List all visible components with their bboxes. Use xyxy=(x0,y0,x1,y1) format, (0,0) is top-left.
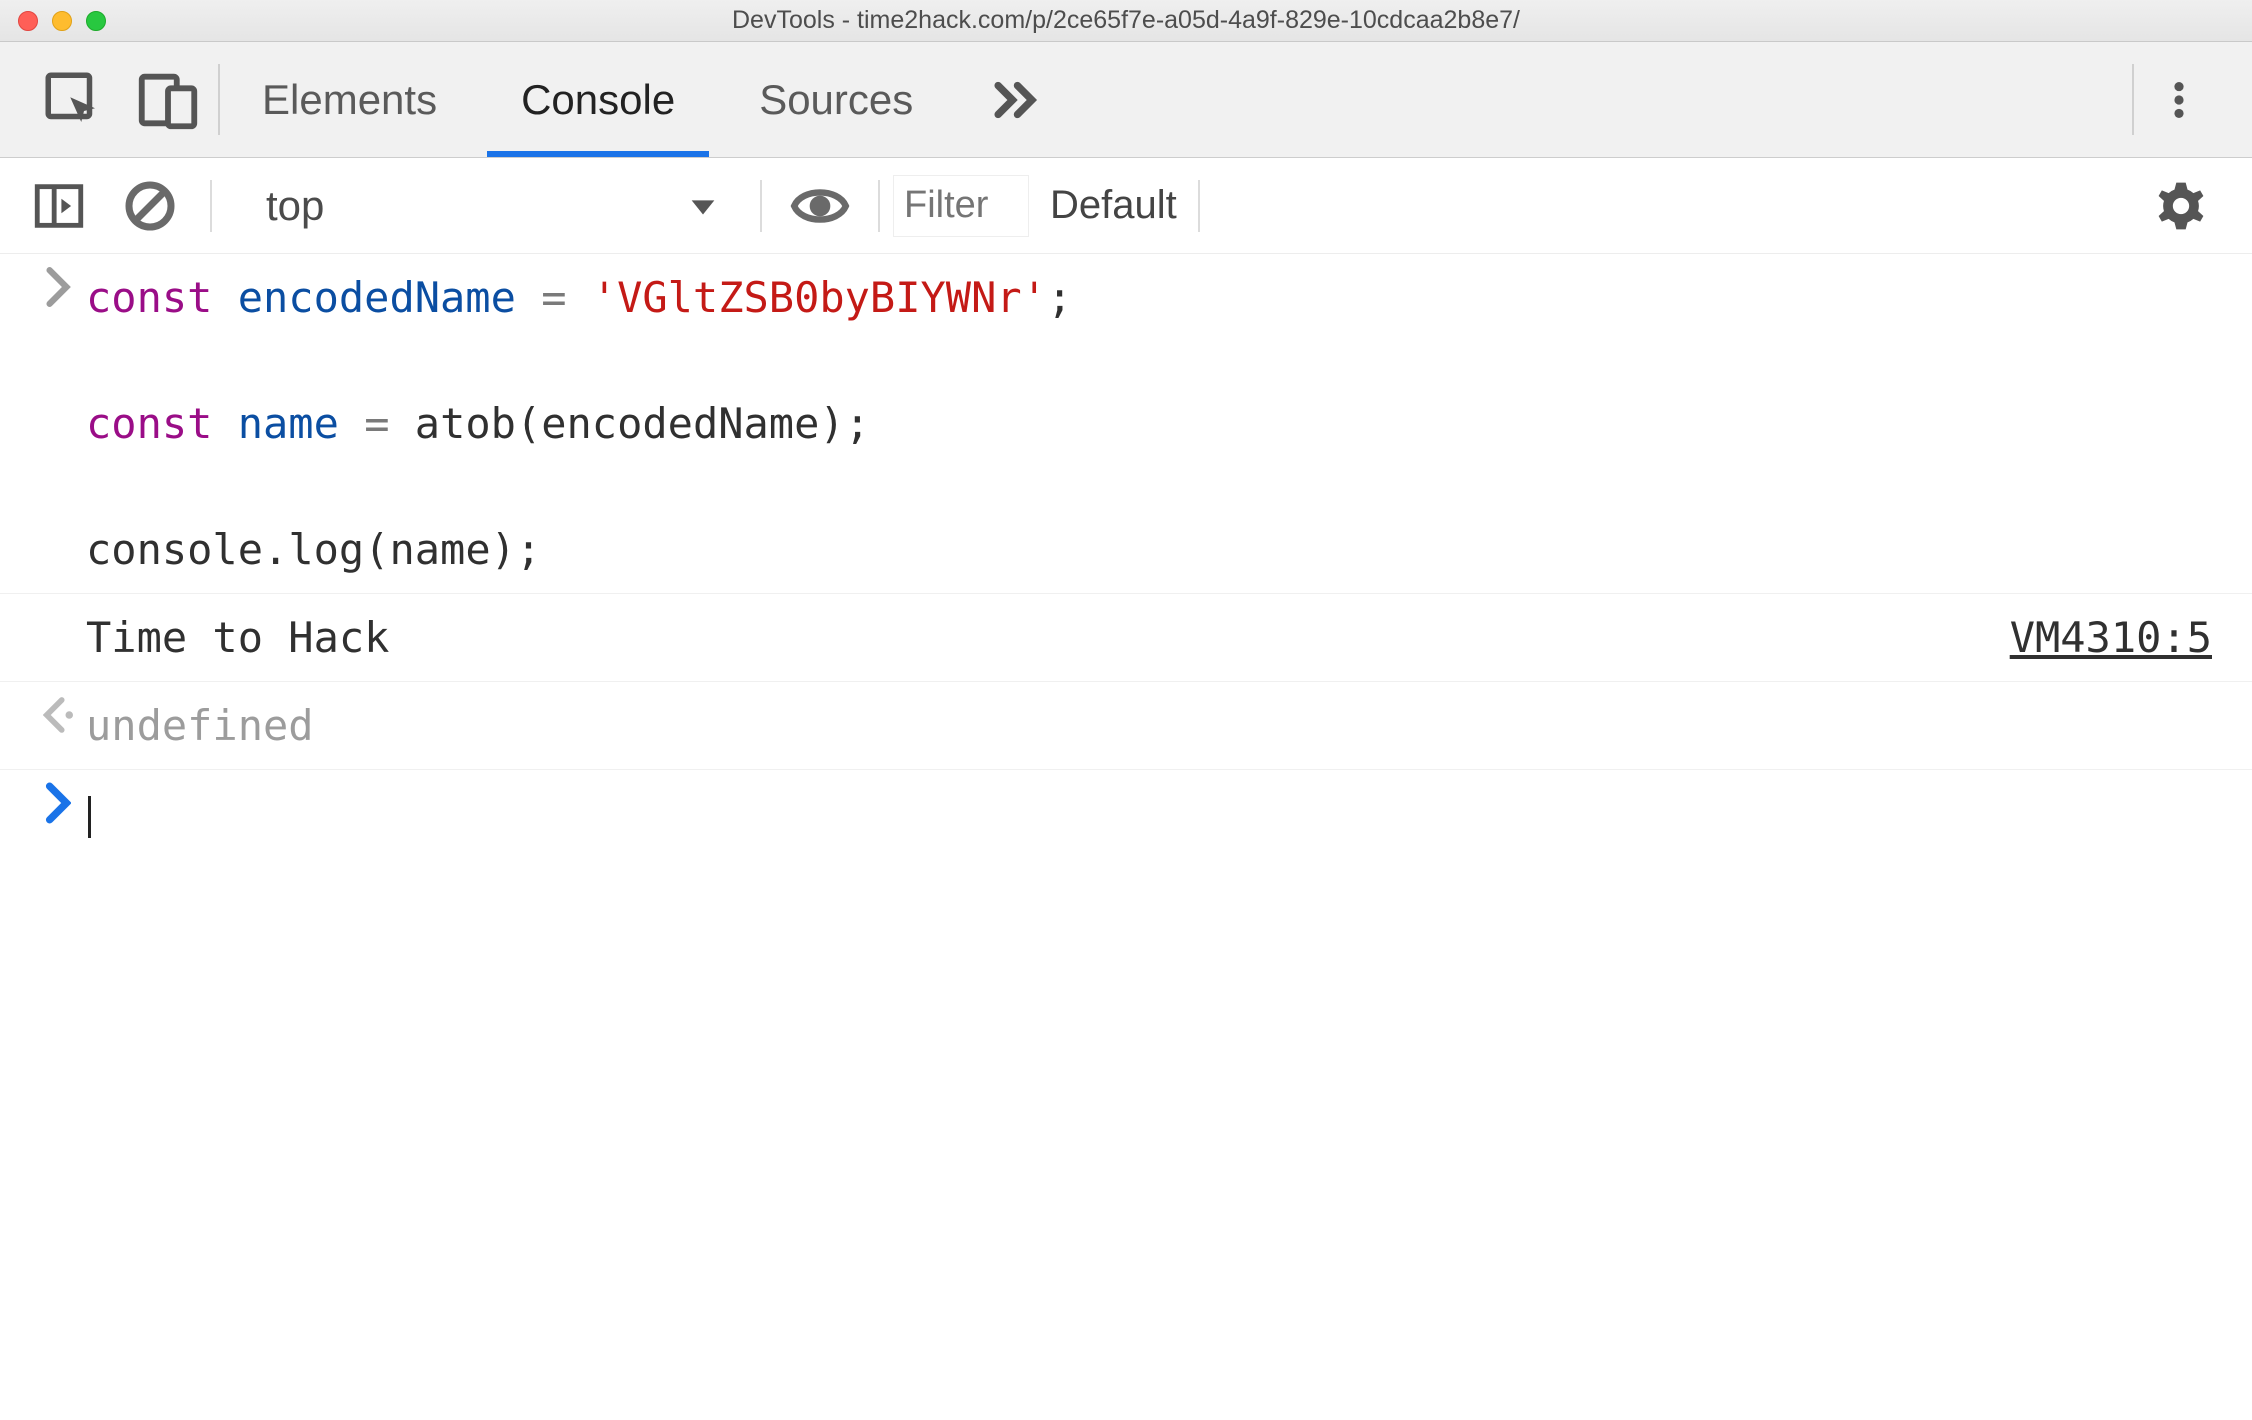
object: console xyxy=(86,525,263,574)
log-level-label: Default xyxy=(1050,183,1177,227)
tab-console[interactable]: Console xyxy=(479,42,717,157)
chevron-right-icon xyxy=(45,782,71,824)
tab-elements[interactable]: Elements xyxy=(220,42,479,157)
console-input-code: const encodedName = 'VGltZSB0byBIYWNr'; … xyxy=(86,266,2212,581)
execution-context-selector[interactable]: top xyxy=(226,182,746,230)
log-message: Time to Hack xyxy=(86,606,2010,669)
prompt-gutter-icon xyxy=(30,782,86,845)
window-titlebar: DevTools - time2hack.com/p/2ce65f7e-a05d… xyxy=(0,0,2252,42)
clear-icon xyxy=(122,178,178,234)
input-gutter-icon xyxy=(30,266,86,581)
log-gutter xyxy=(30,606,86,669)
chevron-right-icon xyxy=(45,266,71,308)
punct: ; xyxy=(1047,273,1072,322)
log-source-link[interactable]: VM4310:5 xyxy=(2010,606,2212,669)
tab-label: Console xyxy=(521,76,675,124)
window-title: DevTools - time2hack.com/p/2ce65f7e-a05d… xyxy=(0,6,2252,35)
console-body: const encodedName = 'VGltZSB0byBIYWNr'; … xyxy=(0,254,2252,857)
log-level-selector[interactable]: Default xyxy=(1034,183,1184,228)
devtools-tabstrip: Elements Console Sources xyxy=(0,42,2252,158)
punct: ; xyxy=(516,525,541,574)
device-icon xyxy=(133,65,203,135)
device-toolbar-button[interactable] xyxy=(118,42,218,157)
text-cursor xyxy=(88,796,91,838)
string-literal: 'VGltZSB0byBIYWNr' xyxy=(592,273,1047,322)
return-arrow-icon xyxy=(43,694,73,736)
return-gutter-icon xyxy=(30,694,86,757)
tab-sources[interactable]: Sources xyxy=(717,42,955,157)
punct: ) xyxy=(491,525,516,574)
keyword: const xyxy=(86,399,212,448)
identifier: encodedName xyxy=(238,273,516,322)
kebab-icon xyxy=(2156,77,2202,123)
console-log-entry: Time to Hack VM4310:5 xyxy=(0,594,2252,682)
identifier: encodedName xyxy=(541,399,819,448)
operator: = xyxy=(364,399,389,448)
devtools-menu-button[interactable] xyxy=(2134,42,2224,157)
callee: log xyxy=(288,525,364,574)
sidebar-toggle-icon xyxy=(30,177,88,235)
identifier: name xyxy=(389,525,490,574)
punct: ; xyxy=(845,399,870,448)
tab-label: Sources xyxy=(759,76,913,124)
console-input-entry: const encodedName = 'VGltZSB0byBIYWNr'; … xyxy=(0,254,2252,594)
prompt-input[interactable] xyxy=(86,782,2212,845)
live-expression-button[interactable] xyxy=(776,175,864,237)
console-return-entry: undefined xyxy=(0,682,2252,770)
tab-label: Elements xyxy=(262,76,437,124)
console-sidebar-toggle[interactable] xyxy=(20,177,98,235)
divider xyxy=(878,180,880,232)
return-value: undefined xyxy=(86,694,2212,757)
inspect-icon xyxy=(40,67,106,133)
overflow-tabs-button[interactable] xyxy=(955,42,1075,157)
punct: . xyxy=(263,525,288,574)
punct: ( xyxy=(364,525,389,574)
operator: = xyxy=(541,273,566,322)
console-prompt[interactable] xyxy=(0,770,2252,857)
punct: ( xyxy=(516,399,541,448)
gear-icon xyxy=(2153,178,2209,234)
chevrons-right-icon xyxy=(986,71,1044,129)
inspect-element-button[interactable] xyxy=(28,42,118,157)
callee: atob xyxy=(415,399,516,448)
keyword: const xyxy=(86,273,212,322)
console-settings-button[interactable] xyxy=(2138,178,2224,234)
dropdown-triangle-icon xyxy=(686,189,720,223)
eye-icon xyxy=(789,175,851,237)
clear-console-button[interactable] xyxy=(104,178,196,234)
punct: ) xyxy=(819,399,844,448)
identifier: name xyxy=(238,399,339,448)
divider xyxy=(1198,180,1200,232)
divider xyxy=(210,180,212,232)
console-toolbar: top Default xyxy=(0,158,2252,254)
console-filter-input[interactable] xyxy=(894,176,1028,236)
context-label: top xyxy=(266,182,324,230)
divider xyxy=(760,180,762,232)
